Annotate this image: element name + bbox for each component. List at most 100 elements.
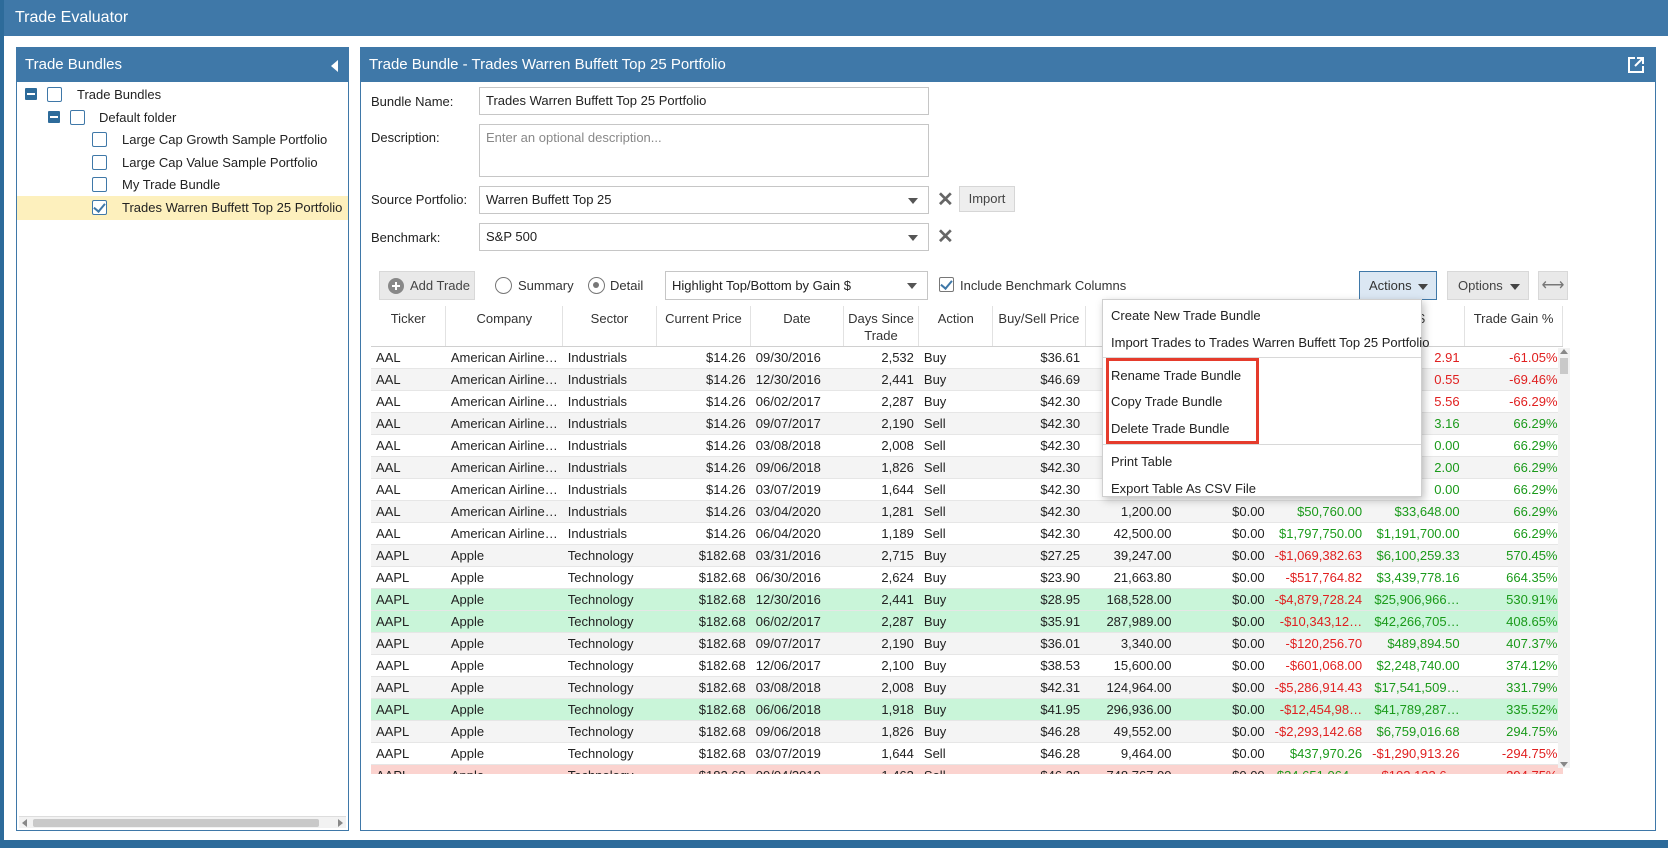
table-cell: $0.00 xyxy=(1176,632,1270,655)
table-cell: Technology xyxy=(562,742,657,765)
table-cell: 9,464.00 xyxy=(1085,742,1177,765)
table-row[interactable]: AAL American Airline… Industrials $14.26 06/… xyxy=(371,522,1563,545)
tree-item[interactable]: Trade Bundles xyxy=(17,83,348,107)
table-cell: 49,552.00 xyxy=(1085,720,1177,743)
collapse-node-icon[interactable] xyxy=(25,88,37,100)
summary-radio[interactable] xyxy=(495,277,512,294)
table-cell: Industrials xyxy=(562,412,657,435)
scroll-left-icon[interactable] xyxy=(22,819,27,827)
table-row[interactable]: AAPLAppleTechnology$182.6809/04/20191,46… xyxy=(371,764,1563,774)
menu-create-bundle[interactable]: Create New Trade Bundle xyxy=(1111,308,1261,323)
popout-icon[interactable] xyxy=(1627,56,1645,74)
table-cell: 06/02/2017 xyxy=(750,610,844,633)
table-cell: 1,918 xyxy=(843,698,919,721)
table-cell: $14.26 xyxy=(656,368,751,391)
table-cell: $2,248,740.00 xyxy=(1367,654,1465,677)
table-row[interactable]: AAPL Apple Technology $182.68 12/06/2017 2,10… xyxy=(371,654,1563,677)
table-row[interactable]: AAPL Apple Technology $182.68 06/06/2018 1,91… xyxy=(371,698,1563,721)
table-cell: $0.00 xyxy=(1176,610,1270,633)
collapse-left-icon[interactable] xyxy=(331,60,338,72)
add-trade-button[interactable]: Add Trade xyxy=(379,271,475,300)
column-header[interactable]: Action xyxy=(918,306,994,347)
tree-checkbox[interactable] xyxy=(92,154,107,170)
table-cell: 03/04/2020 xyxy=(750,500,844,523)
tree-item[interactable]: Large Cap Growth Sample Portfolio xyxy=(17,128,348,152)
import-button[interactable]: Import xyxy=(959,186,1015,212)
tree-checkbox[interactable] xyxy=(47,87,62,102)
vertical-scrollbar[interactable] xyxy=(1558,348,1570,768)
summary-label[interactable]: Summary xyxy=(518,278,574,293)
options-button[interactable]: Options xyxy=(1447,271,1529,300)
scroll-thumb[interactable] xyxy=(1560,358,1568,374)
clear-benchmark-icon[interactable]: ✕ xyxy=(937,227,954,247)
tree-item[interactable]: Large Cap Value Sample Portfolio xyxy=(17,151,348,175)
table-row[interactable]: AAPL Apple Technology $182.68 09/07/2017 2,19… xyxy=(371,632,1563,655)
tree-item[interactable]: Default folder xyxy=(17,106,348,130)
menu-export-csv[interactable]: Export Table As CSV File xyxy=(1111,481,1256,496)
table-row[interactable]: AAPL Apple Technology $182.68 03/07/2019 1,64… xyxy=(371,742,1563,765)
horizontal-scrollbar[interactable] xyxy=(19,816,346,828)
table-cell: American Airline… xyxy=(445,500,563,523)
table-cell: AAL xyxy=(371,456,446,479)
highlight-select[interactable]: Highlight Top/Bottom by Gain $ xyxy=(665,271,928,300)
column-header[interactable]: Current Price xyxy=(656,306,752,347)
scroll-thumb[interactable] xyxy=(33,819,319,827)
include-benchmark-label[interactable]: Include Benchmark Columns xyxy=(960,278,1126,293)
resize-columns-icon[interactable]: ⟷ xyxy=(1538,271,1568,300)
benchmark-select[interactable]: S&P 500 xyxy=(479,223,929,251)
table-cell: 42,500.00 xyxy=(1085,522,1177,545)
source-portfolio-select[interactable]: Warren Buffett Top 25 xyxy=(479,186,929,214)
tree-checkbox[interactable] xyxy=(92,177,107,193)
table-cell: AAPL xyxy=(371,632,446,655)
table-cell: $1,797,750.00 xyxy=(1269,522,1368,545)
table-cell: 03/31/2016 xyxy=(750,544,844,567)
scroll-right-icon[interactable] xyxy=(338,819,343,827)
actions-button[interactable]: Actions xyxy=(1359,271,1437,300)
column-header[interactable]: Sector xyxy=(562,306,657,347)
table-cell: $46.69 xyxy=(992,368,1086,391)
bundle-name-input[interactable]: Trades Warren Buffett Top 25 Portfolio xyxy=(479,87,929,115)
scroll-up-icon[interactable] xyxy=(1560,349,1568,354)
table-cell: 1,189 xyxy=(843,522,919,545)
column-header[interactable]: Buy/Sell Price xyxy=(992,306,1086,347)
table-cell: Buy xyxy=(918,632,993,655)
bundle-name-label: Bundle Name: xyxy=(371,94,454,109)
detail-label[interactable]: Detail xyxy=(610,278,643,293)
tree-checkbox[interactable] xyxy=(92,200,107,215)
menu-import-trades[interactable]: Import Trades to Trades Warren Buffett T… xyxy=(1111,335,1429,350)
table-cell: 530.91% xyxy=(1464,588,1563,611)
add-trade-label: Add Trade xyxy=(410,278,470,293)
include-benchmark-checkbox[interactable] xyxy=(939,277,954,292)
table-cell: $46.28 xyxy=(992,764,1086,774)
detail-radio[interactable] xyxy=(588,277,605,294)
table-row[interactable]: AAL American Airline… Industrials $14.26 03/… xyxy=(371,500,1563,523)
table-row[interactable]: AAPL Apple Technology $182.68 09/06/2018 1,82… xyxy=(371,720,1563,743)
scroll-down-icon[interactable] xyxy=(1560,762,1568,767)
tree-item[interactable]: My Trade Bundle xyxy=(17,173,348,197)
table-cell: Apple xyxy=(445,764,563,774)
column-header[interactable]: Company xyxy=(445,306,564,347)
table-cell: $0.00 xyxy=(1176,522,1270,545)
table-row[interactable]: AAPL Apple Technology $182.68 06/02/2017 2,28… xyxy=(371,610,1563,633)
column-header[interactable]: Date xyxy=(750,306,844,347)
table-cell: 664.35% xyxy=(1464,566,1563,589)
tree-checkbox[interactable] xyxy=(92,132,107,148)
table-row[interactable]: AAPL Apple Technology $182.68 03/31/2016 2,71… xyxy=(371,544,1563,567)
table-cell: -$601,068.00 xyxy=(1269,654,1368,677)
menu-print-table[interactable]: Print Table xyxy=(1111,454,1172,469)
column-header[interactable]: Ticker xyxy=(371,306,447,347)
column-header[interactable]: Trade Gain % xyxy=(1464,306,1563,347)
tree-item[interactable]: Trades Warren Buffett Top 25 Portfolio xyxy=(17,196,348,220)
table-row[interactable]: AAPL Apple Technology $182.68 03/08/2018 2,00… xyxy=(371,676,1563,699)
clear-source-icon[interactable]: ✕ xyxy=(937,190,954,210)
column-header[interactable]: Days Since Trade xyxy=(843,306,920,347)
benchmark-label: Benchmark: xyxy=(371,230,441,245)
table-cell: AAL xyxy=(371,346,446,369)
description-textarea[interactable]: Enter an optional description... xyxy=(479,124,929,177)
collapse-node-icon[interactable] xyxy=(48,110,60,123)
tree-checkbox[interactable] xyxy=(70,109,85,125)
table-row[interactable]: AAPL Apple Technology $182.68 12/30/2016 2,44… xyxy=(371,588,1563,611)
table-row[interactable]: AAPL Apple Technology $182.68 06/30/2016 2,62… xyxy=(371,566,1563,589)
table-cell: $0.00 xyxy=(1176,654,1270,677)
table-cell: AAPL xyxy=(371,764,446,774)
